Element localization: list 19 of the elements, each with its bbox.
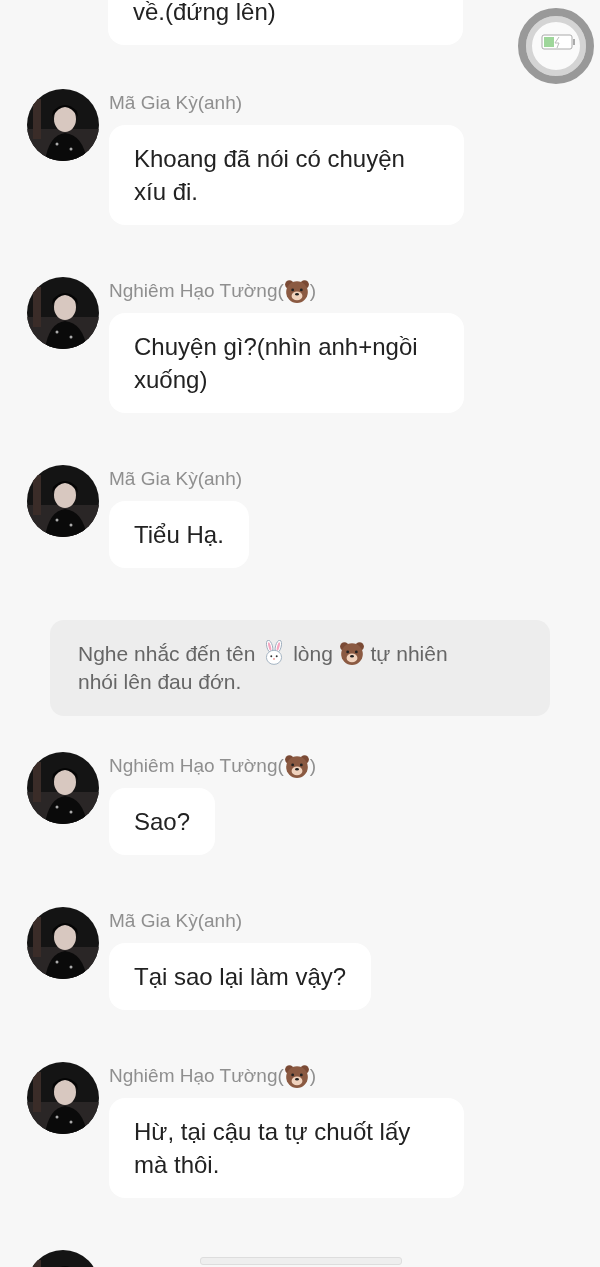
message-bubble: Chuyện gì?(nhìn anh+ngồi xuống)	[109, 313, 464, 413]
sender-name: Mã Gia Kỳ(anh)	[109, 91, 243, 115]
message-bubble: về.(đứng lên)	[108, 0, 463, 45]
message-bubble: Tại sao lại làm vậy?	[109, 943, 372, 1010]
bear-icon	[338, 640, 365, 666]
sender-name: Mã Gia Kỳ(anh)	[109, 467, 243, 491]
message-bubble: Sao?	[109, 788, 216, 855]
bear-icon	[283, 753, 310, 779]
sender-name: Nghiêm Hạo Tường( )	[109, 278, 317, 304]
message-bubble: Hừ, tại cậu ta tự chuốt lấy mà thôi.	[109, 1098, 464, 1198]
narration-text: Nghe nhắc đến tên lòng tự nhiên nhói lên đau đớn.	[78, 640, 449, 695]
bear-icon	[283, 1063, 310, 1089]
sender-name: Nghiêm Hạo Tường( )	[109, 753, 317, 779]
message-bubble: Khoang đã nói có chuyện xíu đi.	[109, 125, 464, 225]
battery-icon	[541, 33, 577, 51]
message-bubble: Tiểu Hạ.	[109, 501, 249, 568]
sender-name: Nghiêm Hạo Tường( )	[109, 1063, 317, 1089]
sender-name: Mã Gia Kỳ(anh)	[109, 909, 243, 933]
bear-icon	[283, 278, 310, 304]
